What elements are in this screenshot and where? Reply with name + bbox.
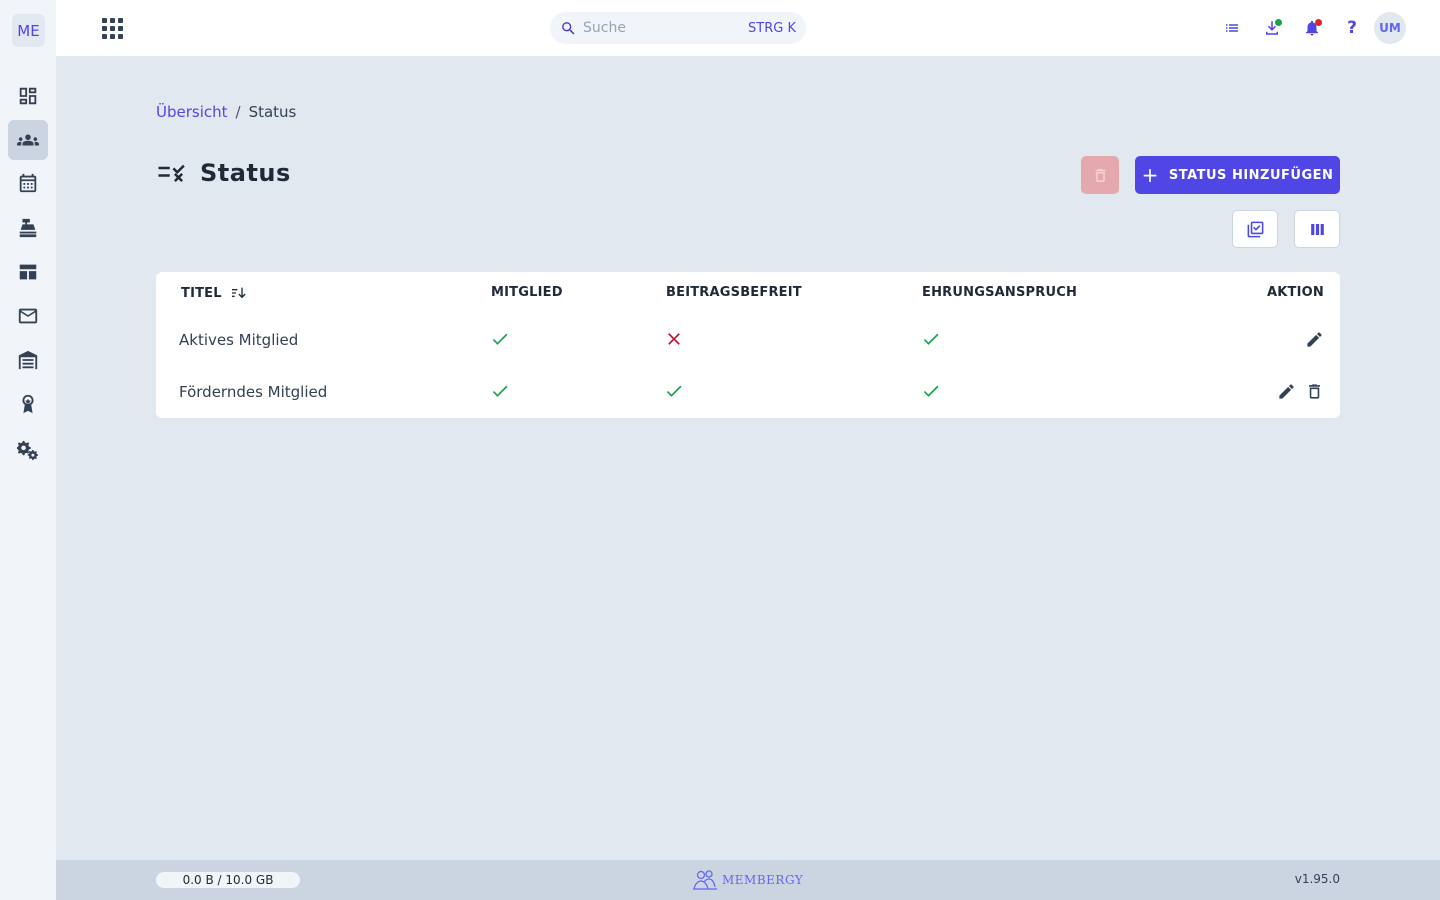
- storage-usage: 0.0 B / 10.0 GB: [156, 872, 300, 888]
- dashboard-icon: [19, 87, 37, 105]
- sidebar-item-award[interactable]: [8, 384, 48, 424]
- sidebar-item-dashboard[interactable]: [8, 76, 48, 116]
- delete-button[interactable]: [1303, 380, 1325, 402]
- check-icon: [490, 329, 510, 349]
- warehouse-icon: [18, 350, 38, 370]
- calendar-icon: [19, 173, 37, 193]
- add-status-button[interactable]: + STATUS HINZUFÜGEN: [1135, 156, 1340, 194]
- downloads-button[interactable]: [1260, 16, 1284, 40]
- trash-icon: [1308, 383, 1320, 399]
- pencil-icon: [1306, 331, 1322, 347]
- download-badge: [1275, 19, 1282, 26]
- breadcrumb-separator: /: [235, 103, 241, 121]
- task-list-button[interactable]: [1220, 16, 1244, 40]
- sort-icon[interactable]: [230, 285, 246, 301]
- sidebar-item-warehouse[interactable]: [8, 340, 48, 380]
- membergy-logo-icon: [693, 870, 717, 890]
- status-title: Förderndes Mitglied: [179, 383, 328, 401]
- column-header-mitglied: MITGLIED: [491, 285, 563, 300]
- gears-icon: [17, 440, 39, 461]
- sidebar-item-cash-register[interactable]: [8, 208, 48, 248]
- library-add-check-icon: [1247, 221, 1263, 237]
- breadcrumb-current: Status: [248, 103, 297, 121]
- status-table: TITEL MITGLIED BEITRAGSBEFREIT EHRUNGSAN…: [156, 272, 1340, 418]
- plus-icon: +: [1141, 163, 1159, 187]
- search-icon: [562, 21, 575, 35]
- table-row[interactable]: Förderndes Mitglied: [156, 366, 1340, 418]
- sidebar-item-members[interactable]: [8, 120, 48, 160]
- breadcrumb-home-link[interactable]: Übersicht: [156, 103, 228, 121]
- brand-logo: MEMBERGY: [692, 869, 803, 891]
- add-status-label: STATUS HINZUFÜGEN: [1168, 167, 1334, 183]
- search-bar[interactable]: STRG K: [550, 12, 806, 44]
- page-header: Status: [156, 158, 291, 188]
- columns-button[interactable]: [1294, 210, 1340, 248]
- check-icon: [921, 329, 941, 349]
- bulk-delete-button[interactable]: [1081, 156, 1119, 194]
- check-icon: [664, 381, 684, 401]
- help-icon: ?: [1347, 18, 1357, 38]
- search-input[interactable]: [583, 20, 749, 36]
- topbar: STRG K ? UM: [56, 0, 1440, 56]
- award-icon: [22, 394, 34, 414]
- notification-badge: [1315, 19, 1322, 26]
- trash-icon: [1095, 168, 1105, 182]
- column-header-ehrungsanspruch: EHRUNGSANSPRUCH: [922, 285, 1078, 300]
- cash-register-icon: [19, 218, 37, 238]
- list-icon: [1226, 24, 1238, 32]
- column-header-beitragsbefreit: BEITRAGSBEFREIT: [666, 285, 802, 300]
- edit-button[interactable]: [1275, 380, 1297, 402]
- sidebar: ME: [0, 0, 56, 900]
- apps-grid-icon[interactable]: [100, 16, 124, 40]
- check-icon: [490, 381, 510, 401]
- user-avatar[interactable]: UM: [1374, 12, 1406, 44]
- app-version: v1.95.0: [1294, 872, 1340, 886]
- footer: 0.0 B / 10.0 GB MEMBERGY v1.95.0: [56, 860, 1440, 900]
- sidebar-item-mail[interactable]: [8, 296, 48, 336]
- app-logo[interactable]: ME: [12, 14, 45, 47]
- search-shortcut-hint: STRG K: [748, 20, 796, 36]
- sidebar-item-layout[interactable]: [8, 252, 48, 292]
- check-icon: [921, 381, 941, 401]
- table-view-icon: [19, 264, 37, 280]
- status-title: Aktives Mitglied: [179, 331, 299, 349]
- table-row[interactable]: Aktives Mitglied: [156, 314, 1340, 366]
- mail-icon: [18, 308, 38, 324]
- cross-icon: [664, 329, 684, 349]
- edit-button[interactable]: [1303, 328, 1325, 350]
- sidebar-item-settings[interactable]: [8, 430, 48, 470]
- help-button[interactable]: ?: [1340, 16, 1364, 40]
- notifications-button[interactable]: [1300, 16, 1324, 40]
- group-icon: [17, 134, 39, 146]
- brand-name: MEMBERGY: [722, 873, 804, 887]
- page-title: Status: [200, 159, 291, 187]
- column-header-title[interactable]: TITEL: [181, 285, 246, 301]
- pencil-icon: [1278, 383, 1294, 399]
- column-header-aktion: AKTION: [1267, 285, 1324, 300]
- rule-list-icon: [158, 164, 185, 182]
- breadcrumb: Übersicht / Status: [156, 103, 296, 121]
- select-mode-button[interactable]: [1232, 210, 1278, 248]
- view-column-icon: [1310, 223, 1324, 235]
- sidebar-item-calendar[interactable]: [8, 163, 48, 203]
